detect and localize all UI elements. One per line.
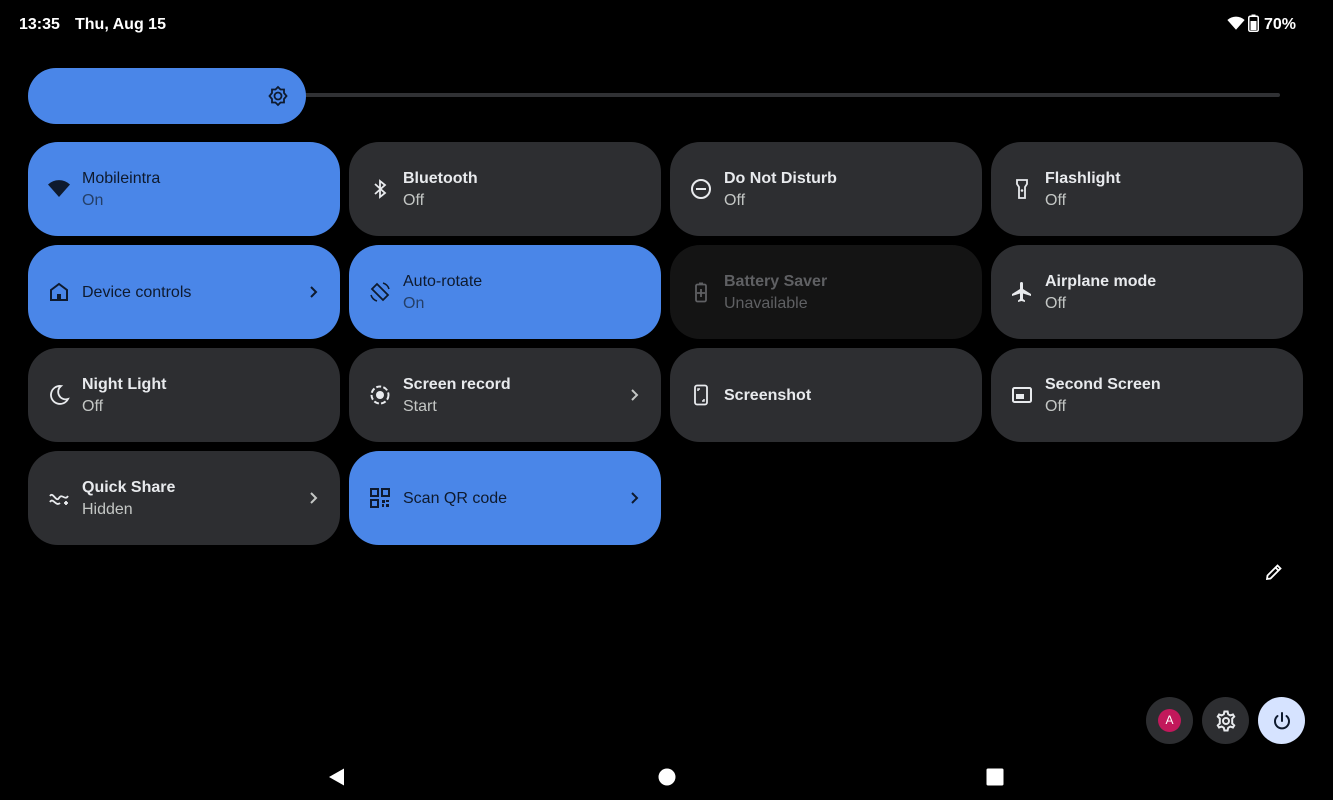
tile-text: Device controls: [82, 283, 300, 302]
tile-text: Scan QR code: [403, 489, 621, 508]
chevron-right-icon: [305, 488, 323, 508]
navigation-bar: [0, 760, 1333, 794]
flashlight-icon: [1010, 177, 1034, 201]
tile-night-light[interactable]: Night Light Off: [28, 348, 340, 442]
screenshot-icon: [689, 383, 713, 407]
tile-label: Second Screen: [1045, 376, 1161, 393]
tile-auto-rotate[interactable]: Auto-rotate On: [349, 245, 661, 339]
brightness-track[interactable]: [300, 93, 1280, 97]
chevron-right-icon: [626, 488, 644, 508]
auto-rotate-icon: [368, 280, 392, 304]
brightness-fill[interactable]: [28, 68, 306, 124]
tile-text: Airplane mode Off: [1045, 272, 1263, 314]
tile-second-screen[interactable]: Second Screen Off: [991, 348, 1303, 442]
tile-label: Device controls: [82, 284, 192, 301]
tile-label: Mobileintra: [82, 170, 161, 187]
settings-button[interactable]: [1202, 697, 1249, 744]
tile-status: Unavailable: [724, 295, 808, 312]
chevron-right-icon: [305, 282, 323, 302]
tile-screenshot[interactable]: Screenshot: [670, 348, 982, 442]
status-date: Thu, Aug 15: [75, 16, 166, 33]
screen-record-icon: [368, 383, 392, 407]
battery-percent: 70%: [1263, 16, 1296, 33]
tile-label: Scan QR code: [403, 490, 508, 507]
tile-label: Airplane mode: [1045, 273, 1157, 290]
tile-label: Auto-rotate: [403, 273, 483, 290]
tile-text: Quick Share Hidden: [82, 478, 300, 520]
tile-status: Off: [1045, 295, 1067, 312]
tile-scan-qr-code[interactable]: Scan QR code: [349, 451, 661, 545]
tile-label: Screenshot: [724, 387, 812, 404]
tile-label: Night Light: [82, 376, 167, 393]
tile-status: Off: [724, 192, 746, 209]
status-time: 13:35: [19, 16, 60, 33]
home-icon: [47, 280, 71, 304]
tile-status: Off: [1045, 398, 1067, 415]
tile-text: Battery Saver Unavailable: [724, 272, 942, 314]
battery-saver-icon: [689, 280, 713, 304]
user-switcher-button[interactable]: A: [1146, 697, 1193, 744]
power-button[interactable]: [1258, 697, 1305, 744]
avatar: A: [1158, 709, 1181, 732]
recents-icon[interactable]: [984, 766, 1006, 788]
battery-icon: [1247, 14, 1259, 37]
quick-settings-panel: 13:35 Thu, Aug 15 70% Mobileintra On Blu…: [0, 0, 1333, 800]
status-indicators: 70%: [1227, 14, 1296, 36]
tile-text: Flashlight Off: [1045, 169, 1263, 211]
tile-flashlight[interactable]: Flashlight Off: [991, 142, 1303, 236]
tile-text: Do Not Disturb Off: [724, 169, 942, 211]
tile-text: Mobileintra On: [82, 169, 300, 211]
tile-quick-share[interactable]: Quick Share Hidden: [28, 451, 340, 545]
tile-text: Bluetooth Off: [403, 169, 621, 211]
quick-share-icon: [47, 486, 71, 510]
tile-mobileintra[interactable]: Mobileintra On: [28, 142, 340, 236]
pencil-icon[interactable]: [1262, 560, 1286, 584]
tile-status: On: [82, 192, 104, 209]
chevron-right-icon: [626, 385, 644, 405]
tile-battery-saver: Battery Saver Unavailable: [670, 245, 982, 339]
tile-label: Flashlight: [1045, 170, 1121, 187]
tile-text: Screenshot: [724, 386, 942, 405]
brightness-icon: [266, 84, 290, 108]
tile-bluetooth[interactable]: Bluetooth Off: [349, 142, 661, 236]
tile-status: Hidden: [82, 501, 133, 518]
tile-text: Night Light Off: [82, 375, 300, 417]
tile-status: Off: [82, 398, 104, 415]
second-screen-icon: [1010, 383, 1034, 407]
do-not-disturb-icon: [689, 177, 713, 201]
tile-screen-record[interactable]: Screen record Start: [349, 348, 661, 442]
status-bar: 13:35 Thu, Aug 15 70%: [0, 0, 1333, 50]
tile-label: Bluetooth: [403, 170, 478, 187]
tile-status: Off: [1045, 192, 1067, 209]
tile-status: Off: [403, 192, 425, 209]
bluetooth-icon: [368, 177, 392, 201]
tile-airplane-mode[interactable]: Airplane mode Off: [991, 245, 1303, 339]
back-icon[interactable]: [326, 766, 348, 788]
wifi-icon: [47, 177, 71, 201]
home-circle-icon[interactable]: [656, 766, 678, 788]
power-icon: [1270, 709, 1294, 733]
tile-device-controls[interactable]: Device controls: [28, 245, 340, 339]
tile-text: Second Screen Off: [1045, 375, 1263, 417]
tile-status: Start: [403, 398, 437, 415]
tile-text: Screen record Start: [403, 375, 621, 417]
tile-do-not-disturb[interactable]: Do Not Disturb Off: [670, 142, 982, 236]
qr-code-icon: [368, 486, 392, 510]
moon-icon: [47, 383, 71, 407]
tile-status: On: [403, 295, 425, 312]
gear-icon: [1214, 709, 1238, 733]
wifi-icon: [1227, 15, 1245, 36]
airplane-icon: [1010, 280, 1034, 304]
tile-label: Do Not Disturb: [724, 170, 837, 187]
tile-label: Screen record: [403, 376, 511, 393]
tile-text: Auto-rotate On: [403, 272, 621, 314]
tile-label: Battery Saver: [724, 273, 828, 290]
tile-label: Quick Share: [82, 479, 176, 496]
